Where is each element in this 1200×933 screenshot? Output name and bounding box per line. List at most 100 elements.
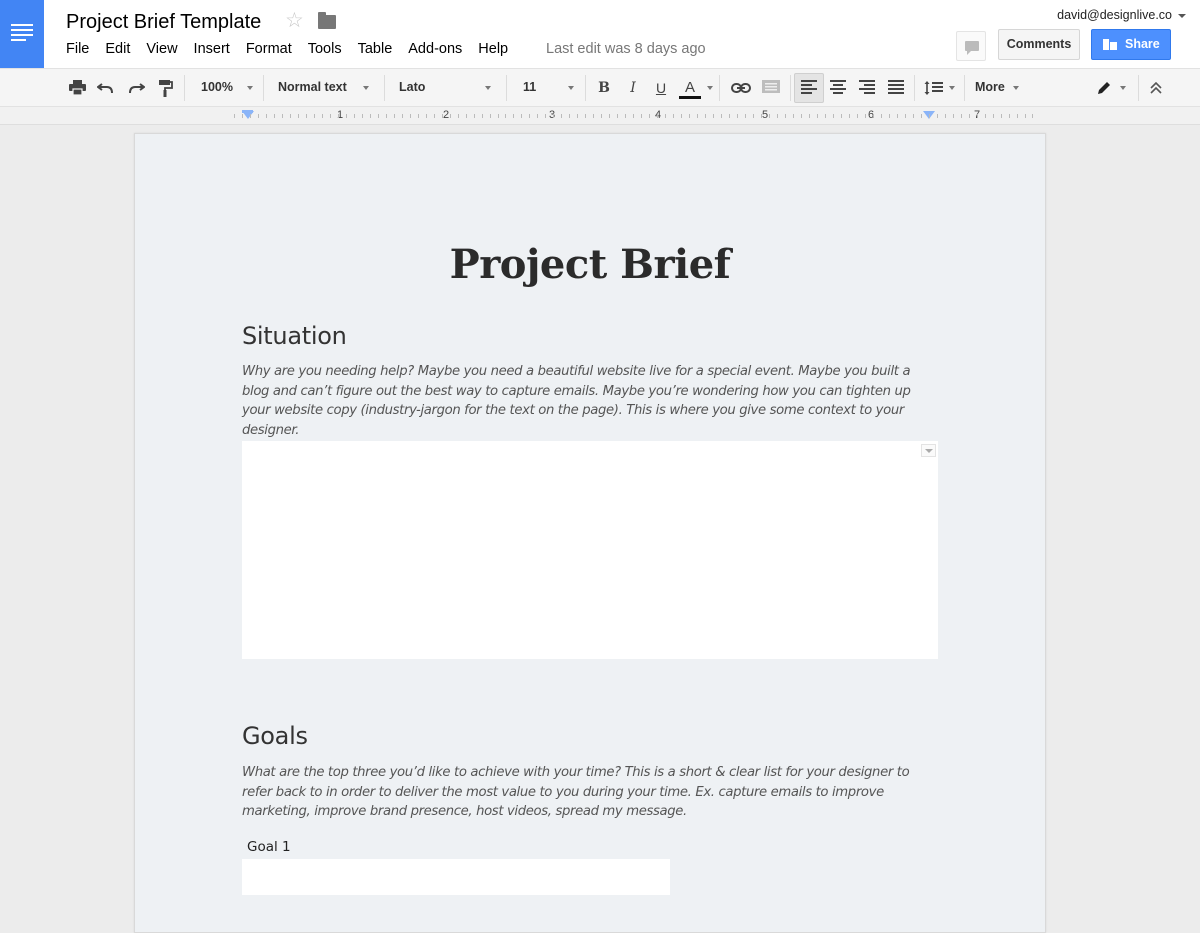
comments-button[interactable]: Comments (998, 29, 1080, 60)
menu-view[interactable]: View (138, 40, 185, 60)
ruler-tick (1008, 114, 1010, 118)
ruler-tick (265, 114, 267, 118)
share-button[interactable]: Share (1091, 29, 1171, 60)
star-icon[interactable]: ☆ (285, 10, 304, 31)
collapse-menus-button[interactable] (1146, 69, 1166, 106)
align-right-button[interactable] (856, 69, 878, 106)
insert-link-button[interactable] (730, 69, 752, 106)
ruler-tick (393, 114, 395, 118)
bold-button[interactable]: B (593, 69, 615, 106)
menu-file[interactable]: File (58, 40, 97, 60)
docs-logo-icon[interactable] (0, 0, 44, 68)
chevron-down-icon[interactable] (949, 86, 955, 90)
ruler-tick (297, 114, 299, 118)
ruler-tick (800, 114, 802, 118)
ruler-tick (505, 114, 507, 118)
share-label: Share (1125, 37, 1160, 51)
menu-help[interactable]: Help (470, 40, 516, 60)
ruler-number: 5 (761, 109, 769, 121)
ruler-tick (345, 114, 347, 118)
ruler-tick (361, 114, 363, 118)
folder-icon[interactable] (318, 12, 336, 29)
document-page[interactable]: Project Brief Situation Why are you need… (134, 133, 1046, 933)
ruler-tick (832, 114, 834, 118)
goal-1-label[interactable]: Goal 1 (247, 839, 291, 855)
ruler-tick (848, 114, 850, 118)
ruler-tick (401, 114, 403, 118)
align-right-icon (859, 79, 875, 96)
ruler-tick (481, 114, 483, 118)
ruler-tick (281, 114, 283, 118)
more-button[interactable]: More (975, 69, 1025, 106)
section-heading-goals[interactable]: Goals (242, 722, 308, 750)
toolbar-divider (719, 75, 720, 101)
ruler-tick (649, 114, 651, 118)
chevron-down-icon[interactable] (1120, 86, 1126, 90)
people-icon (1103, 39, 1117, 50)
font-select[interactable]: Lato (399, 69, 493, 106)
ruler-track: 1 2 3 4 5 6 7 (133, 107, 1046, 125)
account-chevron-down-icon[interactable] (1178, 14, 1186, 18)
last-edit-status[interactable]: Last edit was 8 days ago (546, 40, 706, 58)
ruler-tick (625, 114, 627, 118)
ruler-tick (689, 114, 691, 118)
print-button[interactable] (66, 69, 88, 106)
zoom-select[interactable]: 100% (201, 69, 255, 106)
ruler-tick (305, 114, 307, 118)
left-indent-handle[interactable] (242, 111, 254, 119)
chevron-down-icon (485, 86, 491, 90)
ruler-tick (761, 114, 762, 118)
menu-format[interactable]: Format (238, 40, 300, 60)
text-color-button[interactable]: A (677, 69, 703, 106)
ruler-tick (369, 114, 371, 118)
ruler-tick (385, 114, 387, 118)
justify-button[interactable] (885, 69, 907, 106)
ruler-tick (976, 114, 978, 118)
undo-button[interactable] (94, 69, 116, 106)
line-spacing-button[interactable] (922, 69, 946, 106)
chevron-down-icon[interactable] (707, 86, 713, 90)
align-left-button[interactable] (798, 69, 820, 106)
ruler-tick (537, 114, 539, 118)
paint-format-icon (158, 79, 173, 97)
paint-format-button[interactable] (154, 69, 176, 106)
menu-edit[interactable]: Edit (97, 40, 138, 60)
ruler-tick (609, 114, 611, 118)
italic-button[interactable]: I (622, 69, 644, 106)
align-center-button[interactable] (827, 69, 849, 106)
ruler-tick (872, 114, 874, 118)
menu-add-ons[interactable]: Add-ons (400, 40, 470, 60)
goal-1-text-box[interactable] (242, 859, 670, 895)
ruler-tick (1024, 114, 1026, 118)
situation-text-box[interactable] (242, 441, 938, 659)
ruler-tick (449, 114, 451, 118)
editing-mode-button[interactable] (1094, 69, 1114, 106)
underline-button[interactable]: U (650, 69, 672, 106)
comment-history-button[interactable] (956, 31, 986, 61)
ruler-tick (593, 114, 595, 118)
insert-comment-button[interactable] (760, 69, 782, 106)
chevron-down-icon[interactable] (921, 444, 936, 457)
toolbar-divider (184, 75, 185, 101)
font-size-select[interactable]: 11 (523, 69, 575, 106)
toolbar-divider (964, 75, 965, 101)
document-heading[interactable]: Project Brief (135, 241, 1045, 288)
account-email[interactable]: david@designlive.co (1057, 8, 1172, 22)
style-select[interactable]: Normal text (278, 69, 372, 106)
collapse-icon (1150, 81, 1162, 94)
ruler-tick (321, 114, 323, 118)
font-value: Lato (399, 80, 426, 94)
menu-tools[interactable]: Tools (300, 40, 350, 60)
redo-button[interactable] (125, 69, 147, 106)
ruler-tick (681, 114, 683, 118)
ruler-tick (553, 114, 555, 118)
ruler-tick (489, 114, 491, 118)
menu-insert[interactable]: Insert (186, 40, 238, 60)
ruler-tick (737, 114, 739, 118)
section-heading-situation[interactable]: Situation (242, 322, 347, 350)
section-description-goals[interactable]: What are the top three you’d like to ach… (242, 763, 934, 822)
menu-table[interactable]: Table (350, 40, 401, 60)
section-description-situation[interactable]: Why are you needing help? Maybe you need… (242, 362, 934, 440)
document-title[interactable]: Project Brief Template (66, 11, 261, 34)
ruler-tick (617, 114, 619, 118)
